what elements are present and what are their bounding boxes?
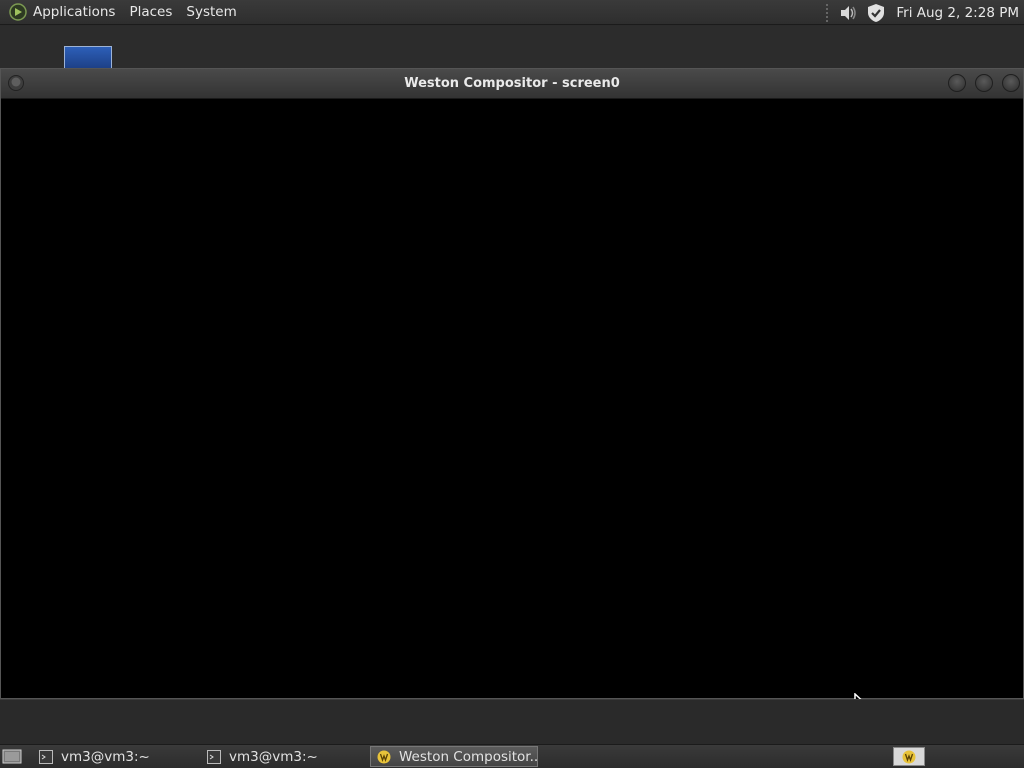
workspace-switcher[interactable] xyxy=(893,747,925,766)
show-desktop-icon[interactable] xyxy=(2,748,22,765)
bottom-panel: vm3@vm3:~ vm3@vm3:~ Weston Compositor... xyxy=(0,744,1024,768)
window-title: Weston Compositor - screen0 xyxy=(404,76,620,91)
minimize-button[interactable] xyxy=(948,74,966,92)
desktop-bottom-strip xyxy=(0,699,1024,744)
taskbar-item-label: vm3@vm3:~ xyxy=(229,748,318,765)
system-menu-label: System xyxy=(186,4,237,20)
computer-desktop-icon[interactable] xyxy=(64,46,112,70)
weston-icon xyxy=(902,750,916,763)
places-menu[interactable]: Places xyxy=(122,0,179,25)
volume-icon[interactable] xyxy=(837,2,859,24)
taskbar-item-label: Weston Compositor... xyxy=(399,748,538,765)
shield-icon[interactable] xyxy=(865,2,887,24)
weston-window: Weston Compositor - screen0 xyxy=(0,68,1024,720)
clock[interactable]: Fri Aug 2, 2:28 PM xyxy=(890,5,1024,21)
applications-menu[interactable]: Applications xyxy=(0,0,122,25)
close-button[interactable] xyxy=(1002,74,1020,92)
terminal-icon xyxy=(207,749,221,764)
maximize-button[interactable] xyxy=(975,74,993,92)
system-menu[interactable]: System xyxy=(179,0,243,25)
terminal-icon xyxy=(39,749,53,764)
compositor-output[interactable] xyxy=(1,99,1023,720)
taskbar-item-terminal-2[interactable]: vm3@vm3:~ xyxy=(201,746,369,767)
top-panel: Applications Places System Fri Aug 2, 2:… xyxy=(0,0,1024,25)
tray-separator xyxy=(826,3,830,22)
taskbar-item-weston[interactable]: Weston Compositor... xyxy=(370,746,538,767)
places-menu-label: Places xyxy=(129,4,173,20)
applications-logo-icon xyxy=(9,3,27,21)
applications-menu-label: Applications xyxy=(33,4,116,20)
taskbar-item-terminal-1[interactable]: vm3@vm3:~ xyxy=(33,746,201,767)
taskbar-item-label: vm3@vm3:~ xyxy=(61,748,150,765)
window-titlebar[interactable]: Weston Compositor - screen0 xyxy=(1,69,1023,99)
system-tray: Fri Aug 2, 2:28 PM xyxy=(822,0,1024,25)
weston-icon xyxy=(377,750,391,763)
